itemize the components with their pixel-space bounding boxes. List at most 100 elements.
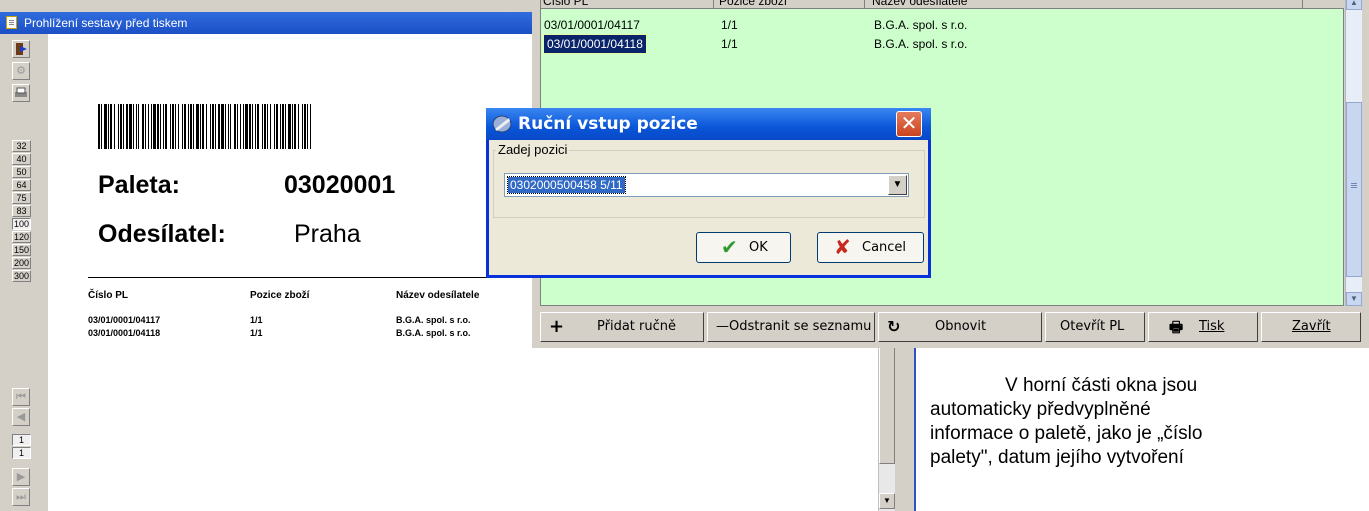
close-label: Zavřít [1292, 319, 1331, 334]
preview-title: Prohlížení sestavy před tiskem [24, 16, 188, 30]
cell-position: 1/1 [721, 37, 738, 51]
zoom-40-button[interactable]: 40 [12, 153, 31, 165]
scroll-down-icon[interactable]: ▼ [1346, 292, 1362, 306]
dialog-title-bar: Ruční vstup pozice ✕ [486, 108, 931, 140]
last-page-icon[interactable]: ⏭ [12, 488, 30, 506]
checkmark-icon: ✔ [721, 235, 738, 259]
zoom-120-button[interactable]: 120 [12, 231, 31, 243]
report-cell: 03/01/0001/04117 [88, 315, 161, 325]
ok-button[interactable]: ✔ OK [696, 232, 791, 263]
zoom-150-button[interactable]: 150 [12, 244, 31, 256]
position-combo[interactable]: 0302000500458 5/11 ▼ [504, 173, 909, 197]
group-label: Zadej pozici [496, 142, 570, 157]
printer-icon[interactable] [12, 84, 30, 102]
report-cell: B.G.A. spol. s r.o. [396, 315, 471, 325]
zoom-label: 83 [16, 206, 27, 216]
dialog-title: Ruční vstup pozice [518, 114, 698, 134]
grid-col-pl[interactable]: Číslo PL [543, 0, 714, 8]
zoom-200-button[interactable]: 200 [12, 257, 31, 269]
zoom-label: 100 [13, 219, 30, 229]
zoom-label: 200 [13, 258, 30, 268]
cell-sender: B.G.A. spol. s r.o. [874, 18, 968, 32]
remove-text: Odstranit se seznamu [729, 319, 872, 334]
sender-label: Odesílatel: [98, 220, 226, 248]
disk-icon [492, 115, 512, 133]
report-cell: 1/1 [250, 315, 263, 325]
scroll-down-icon[interactable]: ▼ [879, 493, 895, 509]
zoom-label: 50 [16, 167, 27, 177]
manual-position-dialog: Ruční vstup pozice ✕ Zadej pozici 030200… [486, 108, 931, 278]
zoom-64-button[interactable]: 64 [12, 179, 31, 191]
col-header-position: Pozice zboží [250, 290, 310, 301]
add-manually-button[interactable]: + Přidat ručně [540, 312, 704, 342]
exit-door-icon[interactable] [12, 40, 30, 58]
zoom-label: 150 [13, 245, 30, 255]
print-button[interactable]: 🖶 Tisk [1148, 312, 1258, 342]
prev-page-icon[interactable]: ◀ [12, 408, 30, 426]
doc-line: informace o paletě, jako je „číslo [930, 423, 1203, 444]
zoom-label: 120 [13, 232, 30, 242]
zoom-32-button[interactable]: 32 [12, 140, 31, 152]
plus-icon: + [549, 316, 565, 337]
open-pl-button[interactable]: Otevřít PL [1045, 312, 1145, 342]
zoom-50-button[interactable]: 50 [12, 166, 31, 178]
pallet-label: Paleta: [98, 171, 180, 199]
table-row-selected[interactable]: 03/01/0001/04118 1/1 B.G.A. spol. s r.o. [541, 34, 1301, 54]
scroll-up-icon[interactable]: ▲ [1346, 0, 1362, 10]
total-pages: 1 [12, 447, 31, 459]
print-label: Tisk [1199, 319, 1225, 334]
first-page-icon[interactable]: ⏮ [12, 388, 30, 406]
zoom-300-button[interactable]: 300 [12, 270, 31, 282]
report-cell: 1/1 [250, 328, 263, 338]
pallet-value: 03020001 [284, 171, 396, 199]
preview-toolbar: ⚙ 32 40 50 64 75 83 100 120 150 200 300 … [0, 34, 38, 511]
col-header-pl: Číslo PL [88, 290, 129, 301]
zoom-75-button[interactable]: 75 [12, 192, 31, 204]
cancel-button[interactable]: ✘ Cancel [817, 232, 924, 263]
cell-sender: B.G.A. spol. s r.o. [874, 37, 968, 51]
minus-icon: — [716, 319, 729, 334]
remove-from-list-button[interactable]: —Odstranit se seznamu [707, 312, 875, 342]
barcode-image [98, 104, 311, 149]
col-header-sender: Název odesílatele [396, 290, 480, 301]
grid-header: Číslo PL Pozice zboží Název odesílatele [541, 0, 1344, 9]
next-page-icon[interactable]: ▶ [12, 468, 30, 486]
zoom-100-button[interactable]: 100 [12, 218, 31, 230]
chevron-down-icon[interactable]: ▼ [888, 175, 907, 195]
table-row[interactable]: 03/01/0001/04117 1/1 B.G.A. spol. s r.o. [541, 16, 1301, 34]
grid-scrollbar[interactable]: ▲ ▼ [1345, 0, 1362, 306]
zoom-label: 300 [13, 271, 30, 281]
cancel-label: Cancel [862, 240, 907, 255]
zoom-83-button[interactable]: 83 [12, 205, 31, 217]
page-number: 1 [18, 435, 24, 445]
grid-col-position[interactable]: Pozice zboží [719, 0, 865, 8]
position-group: Zadej pozici 0302000500458 5/11 ▼ [493, 142, 925, 218]
ok-label: OK [749, 240, 768, 255]
cross-icon: ✘ [834, 235, 851, 259]
refresh-icon: ↻ [887, 317, 901, 336]
close-icon[interactable]: ✕ [896, 111, 922, 137]
list-button-bar: + Přidat ručně —Odstranit se seznamu ↻ O… [532, 310, 1369, 344]
sender-value: Praha [294, 220, 361, 248]
refresh-button[interactable]: ↻ Obnovit [878, 312, 1042, 342]
add-manually-label: Přidat ručně [597, 319, 676, 334]
report-header-rule [88, 277, 506, 278]
printer-icon: 🖶 [1169, 318, 1184, 336]
zoom-label: 32 [16, 141, 27, 151]
close-button[interactable]: Zavřít [1261, 312, 1361, 342]
cell-position: 1/1 [721, 18, 738, 32]
report-cell: B.G.A. spol. s r.o. [396, 328, 471, 338]
remove-label: —Odstranit se seznamu [716, 313, 871, 341]
cell-pl: 03/01/0001/04117 [544, 18, 640, 32]
report-icon [6, 16, 17, 29]
zoom-label: 64 [16, 180, 27, 190]
combo-value: 0302000500458 5/11 [507, 176, 626, 194]
page-number: 1 [18, 448, 24, 458]
current-page: 1 [12, 434, 31, 446]
doc-line: V horní části okna jsou [1005, 375, 1198, 396]
setup-icon[interactable]: ⚙ [12, 62, 30, 80]
open-pl-label: Otevřít PL [1060, 319, 1125, 334]
grid-col-sender[interactable]: Název odesílatele [872, 0, 1303, 8]
scroll-thumb[interactable] [1346, 102, 1362, 277]
refresh-label: Obnovit [935, 319, 987, 334]
